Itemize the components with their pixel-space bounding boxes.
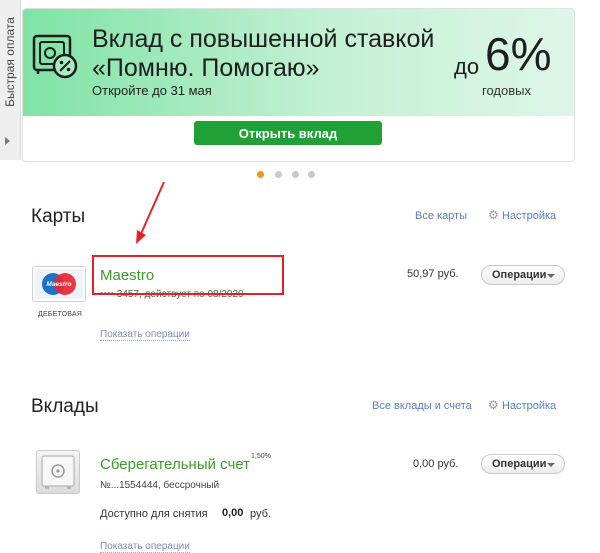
gear-icon: ⚙	[488, 398, 499, 412]
annotation-arrow-icon	[136, 181, 165, 244]
available-currency: руб.	[250, 508, 271, 520]
banner-rate: 6%	[485, 28, 552, 80]
cards-section-title: Карты	[31, 206, 86, 227]
cards-settings-link[interactable]: ⚙ Настройка	[488, 208, 557, 222]
deposit-show-operations-link[interactable]: Показать операции	[100, 541, 190, 553]
deposit-operations-button[interactable]: Операции	[481, 454, 565, 474]
deposit-account-info: №...1554444, бессрочный	[100, 480, 220, 491]
card-operations-button[interactable]: Операции	[481, 265, 565, 285]
cards-settings-label: Настройка	[502, 210, 557, 222]
all-cards-link[interactable]: Все карты	[415, 210, 467, 222]
available-value: 0,00	[222, 507, 244, 519]
banner-title-line1: Вклад с повышенной ставкой	[92, 25, 435, 53]
deposits-settings-link[interactable]: ⚙ Настройка	[488, 398, 557, 412]
banner-rate-prefix: до	[454, 54, 480, 79]
banner-rate-suffix: годовых	[482, 83, 531, 98]
slide-dot-3[interactable]	[292, 171, 299, 178]
card-balance: 50,97 руб.	[407, 268, 459, 280]
quick-pay-tab[interactable]: Быстрая оплата	[0, 0, 21, 160]
quick-pay-label: Быстрая оплата	[3, 17, 17, 107]
deposit-name-link[interactable]: Сберегательный счет	[100, 456, 250, 473]
banner-title-line2: «Помню. Помогаю»	[92, 54, 320, 82]
banner-subtitle: Откройте до 31 мая	[92, 83, 212, 98]
deposits-settings-label: Настройка	[502, 400, 557, 412]
safe-icon	[36, 450, 80, 494]
slide-dot-4[interactable]	[308, 171, 315, 178]
deposit-operations-label: Операции	[492, 458, 547, 470]
deposit-rate: 1,50%	[251, 453, 271, 460]
expand-arrow-icon[interactable]	[5, 137, 10, 145]
promo-banner: Вклад с повышенной ставкой «Помню. Помог…	[22, 8, 575, 162]
banner-title: Вклад с повышенной ставкой «Помню. Помог…	[92, 25, 434, 83]
deposits-section-title: Вклады	[31, 396, 99, 417]
chevron-down-icon	[547, 463, 555, 467]
all-deposits-link[interactable]: Все вклады и счета	[372, 400, 472, 412]
card-type-label: ДЕБЕТОВАЯ	[38, 311, 83, 318]
slide-dot-2[interactable]	[275, 171, 282, 178]
highlight-box	[92, 255, 284, 295]
svg-text:Maestro: Maestro	[47, 281, 72, 288]
chevron-down-icon	[547, 274, 555, 278]
deposit-balance: 0,00 руб.	[413, 458, 459, 470]
safe-percent-icon	[32, 34, 78, 79]
available-label: Доступно для снятия	[100, 508, 208, 520]
slide-dot-1[interactable]	[257, 171, 264, 178]
maestro-logo-icon: Maestro	[35, 269, 83, 299]
card-show-operations-link[interactable]: Показать операции	[100, 329, 190, 341]
maestro-card-image[interactable]: Maestro	[32, 266, 86, 302]
gear-icon: ⚙	[488, 208, 499, 222]
open-deposit-button[interactable]: Открыть вклад	[194, 121, 382, 145]
card-operations-label: Операции	[492, 269, 547, 281]
